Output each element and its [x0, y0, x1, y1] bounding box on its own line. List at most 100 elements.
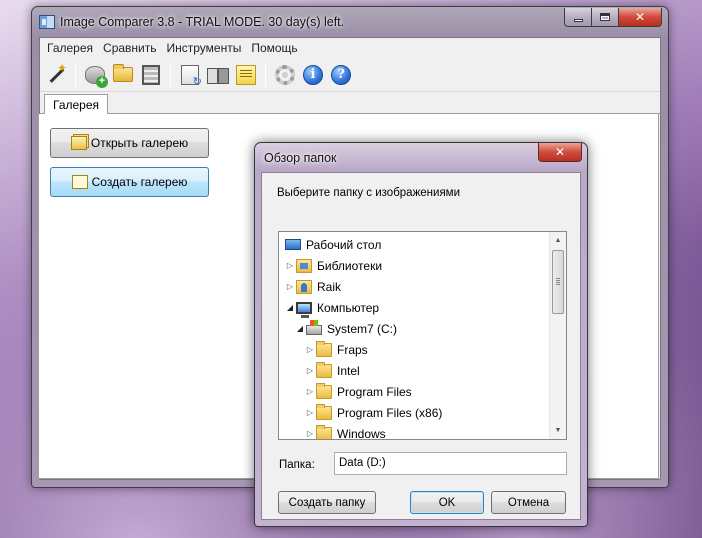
scroll-up-arrow[interactable]: ▲ [550, 232, 566, 249]
browse-folder-dialog: Обзор папок ✕ Выберите папку с изображен… [254, 142, 588, 527]
tree-item-label: Program Files (x86) [337, 405, 443, 420]
dialog-prompt: Выберите папку с изображениями [277, 187, 461, 199]
gallery-stack-icon [70, 136, 87, 150]
menu-tools[interactable]: Инструменты [162, 41, 247, 55]
create-gallery-button[interactable]: Создать галерею [50, 167, 209, 197]
tree-item-label: System7 (C:) [327, 321, 398, 336]
close-button[interactable]: ✕ [618, 8, 662, 27]
filmstrip-button[interactable] [138, 62, 164, 88]
compare-button[interactable] [205, 62, 231, 88]
ok-button[interactable]: OK [410, 491, 484, 514]
folder-label: Папка: [279, 459, 315, 471]
app-icon [39, 15, 55, 29]
menu-bar: Галерея Сравнить Инструменты Помощь [40, 38, 660, 58]
menu-help[interactable]: Помощь [246, 41, 302, 55]
folder-icon [316, 382, 332, 399]
folder-icon [316, 340, 332, 357]
dialog-title: Обзор папок [264, 151, 337, 165]
tree-item-system-drive[interactable]: ◢ System7 (C:) [295, 318, 397, 339]
tree-item-label: Raik [317, 279, 342, 294]
settings-button[interactable] [272, 62, 298, 88]
create-gallery-label: Создать галерею [91, 175, 188, 189]
open-folder-button[interactable] [110, 62, 136, 88]
toolbar-separator [265, 62, 266, 87]
new-gallery-icon [71, 175, 88, 189]
maximize-button[interactable] [591, 8, 618, 27]
expand-arrow-icon[interactable]: ▷ [285, 282, 295, 291]
new-folder-button[interactable]: Создать папку [278, 491, 376, 514]
tree-item-label: Библиотеки [317, 258, 383, 273]
folder-icon [316, 424, 332, 439]
folder-icon [316, 361, 332, 378]
folder-icon [316, 403, 332, 420]
dialog-close-button[interactable]: ✕ [538, 143, 582, 162]
open-folder-icon [113, 64, 133, 82]
expand-arrow-icon[interactable]: ▷ [305, 408, 315, 417]
add-disk-button[interactable] [82, 62, 108, 88]
add-disk-icon [85, 65, 108, 88]
tree-item-computer[interactable]: ◢ Компьютер [285, 297, 379, 318]
expand-arrow-icon[interactable]: ▷ [305, 387, 315, 396]
expand-arrow-icon[interactable]: ▷ [305, 366, 315, 375]
expand-arrow-icon[interactable]: ▷ [305, 345, 315, 354]
user-folder-icon [296, 279, 312, 294]
folder-field[interactable]: Data (D:) [334, 452, 567, 475]
settings-gear-icon [275, 64, 295, 85]
title-bar[interactable]: Image Comparer 3.8 - TRIAL MODE. 30 day(… [32, 7, 668, 37]
cancel-button[interactable]: Отмена [491, 491, 566, 514]
dialog-client-area: Выберите папку с изображениями Рабочий с… [261, 172, 581, 520]
tree-item-label: Компьютер [317, 300, 380, 315]
tree-item-label: Рабочий стол [306, 237, 382, 252]
scroll-thumb[interactable] [552, 250, 564, 314]
refresh-document-icon [181, 64, 202, 88]
tree-item-folder[interactable]: ▷ Intel [305, 360, 360, 381]
toolbar: i ? [40, 58, 660, 92]
notes-icon [236, 64, 256, 85]
tree-item-folder[interactable]: ▷ Fraps [305, 339, 368, 360]
computer-icon [296, 301, 312, 318]
maximize-icon [600, 13, 610, 21]
about-button[interactable]: i [300, 62, 326, 88]
expand-arrow-icon[interactable]: ▷ [305, 429, 315, 438]
tree-item-label: Fraps [337, 342, 368, 357]
desktop-icon [285, 239, 301, 250]
folder-tree[interactable]: Рабочий стол ▷ Библиотеки ▷ Raik ◢ Компь… [278, 231, 567, 440]
libraries-icon [296, 258, 312, 273]
open-gallery-label: Открыть галерею [90, 136, 189, 150]
open-gallery-button[interactable]: Открыть галерею [50, 128, 209, 158]
refresh-button[interactable] [177, 62, 203, 88]
collapse-arrow-icon[interactable]: ◢ [295, 324, 305, 333]
notes-button[interactable] [233, 62, 259, 88]
tree-item-desktop[interactable]: Рабочий стол [285, 234, 381, 255]
tab-strip: Галерея [40, 92, 660, 115]
tree-item-user[interactable]: ▷ Raik [285, 276, 341, 297]
toolbar-separator [75, 62, 76, 87]
tree-item-label: Windows [337, 426, 386, 440]
tree-item-folder[interactable]: ▷ Program Files [305, 381, 412, 402]
info-icon: i [303, 64, 323, 85]
menu-compare[interactable]: Сравнить [98, 41, 161, 55]
tree-item-folder[interactable]: ▷ Windows [305, 423, 386, 440]
magic-wand-icon [46, 61, 67, 85]
collapse-arrow-icon[interactable]: ◢ [285, 303, 295, 312]
tree-item-folder[interactable]: ▷ Program Files (x86) [305, 402, 442, 423]
toolbar-separator [170, 62, 171, 87]
wizard-button[interactable] [43, 61, 69, 88]
help-icon: ? [331, 64, 351, 85]
tree-item-label: Program Files [337, 384, 412, 399]
drive-icon [306, 320, 322, 335]
scroll-down-arrow[interactable]: ▼ [550, 422, 566, 439]
minimize-icon [573, 18, 583, 22]
minimize-button[interactable] [564, 8, 591, 27]
window-title: Image Comparer 3.8 - TRIAL MODE. 30 day(… [60, 15, 345, 29]
close-icon: ✕ [554, 145, 566, 159]
tree-scrollbar[interactable]: ▲ ▼ [549, 232, 566, 439]
filmstrip-icon [142, 64, 160, 85]
tree-item-libraries[interactable]: ▷ Библиотеки [285, 255, 382, 276]
caption-buttons: ✕ [564, 8, 662, 27]
menu-gallery[interactable]: Галерея [42, 41, 98, 55]
expand-arrow-icon[interactable]: ▷ [285, 261, 295, 270]
tab-gallery[interactable]: Галерея [44, 94, 109, 115]
help-button[interactable]: ? [328, 62, 354, 88]
compare-icon [207, 66, 229, 84]
